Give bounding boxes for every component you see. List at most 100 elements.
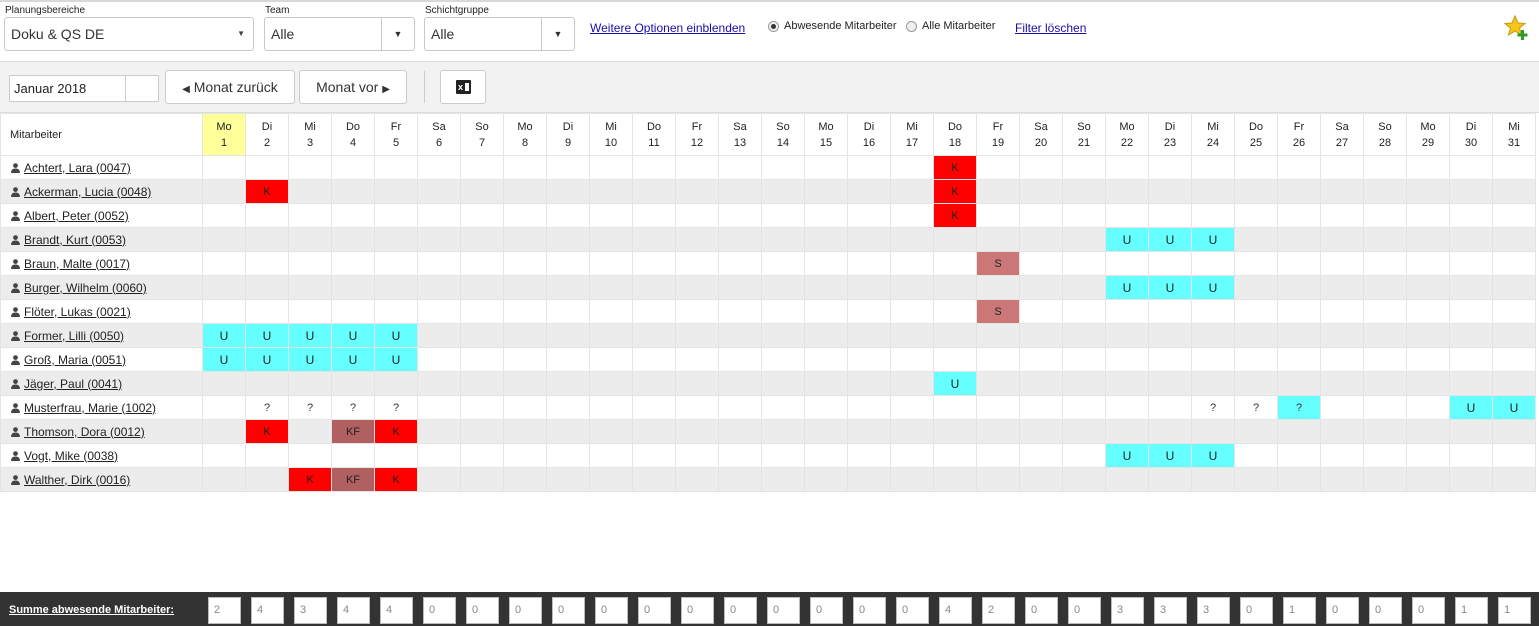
day-cell[interactable]	[1277, 275, 1321, 300]
day-cell[interactable]	[460, 347, 504, 372]
day-cell[interactable]	[847, 395, 891, 420]
day-cell[interactable]	[288, 179, 332, 204]
absence-cell[interactable]: U	[1492, 395, 1536, 420]
day-cell[interactable]	[1406, 395, 1450, 420]
absence-cell[interactable]: K	[288, 467, 332, 492]
day-cell[interactable]	[890, 419, 934, 444]
day-cell[interactable]	[718, 155, 762, 180]
day-cell[interactable]	[1019, 179, 1063, 204]
day-cell[interactable]	[976, 395, 1020, 420]
day-cell[interactable]	[1363, 203, 1407, 228]
day-cell[interactable]	[1277, 467, 1321, 492]
day-cell[interactable]	[933, 395, 977, 420]
day-cell[interactable]	[976, 179, 1020, 204]
day-cell[interactable]	[847, 467, 891, 492]
day-cell[interactable]	[804, 179, 848, 204]
day-cell[interactable]	[288, 371, 332, 396]
day-cell[interactable]	[1492, 347, 1536, 372]
day-cell[interactable]	[245, 275, 289, 300]
day-cell[interactable]	[847, 155, 891, 180]
day-cell[interactable]	[331, 275, 375, 300]
absence-cell[interactable]: U	[1105, 275, 1149, 300]
absence-cell[interactable]: ?	[374, 395, 418, 420]
day-cell[interactable]	[1019, 251, 1063, 276]
day-cell[interactable]	[1062, 443, 1106, 468]
day-cell[interactable]	[546, 371, 590, 396]
day-cell[interactable]	[546, 299, 590, 324]
day-cell[interactable]	[632, 155, 676, 180]
day-cell[interactable]	[1492, 419, 1536, 444]
day-cell[interactable]	[503, 443, 547, 468]
day-cell[interactable]	[1105, 419, 1149, 444]
day-cell[interactable]	[1191, 419, 1235, 444]
day-cell[interactable]	[1277, 371, 1321, 396]
day-cell[interactable]	[1363, 467, 1407, 492]
day-cell[interactable]	[675, 275, 719, 300]
day-cell[interactable]	[1277, 323, 1321, 348]
day-cell[interactable]	[503, 227, 547, 252]
day-cell[interactable]	[1062, 155, 1106, 180]
day-cell[interactable]	[1406, 299, 1450, 324]
day-cell[interactable]	[1019, 299, 1063, 324]
day-cell[interactable]	[1148, 419, 1192, 444]
day-cell[interactable]	[1148, 371, 1192, 396]
day-cell[interactable]	[1105, 371, 1149, 396]
day-cell[interactable]	[546, 227, 590, 252]
caret-down-icon[interactable]: ▼	[381, 18, 414, 50]
day-cell[interactable]	[1363, 275, 1407, 300]
day-cell[interactable]	[1406, 323, 1450, 348]
employee-name-link[interactable]: Vogt, Mike (0038)	[24, 449, 118, 463]
day-cell[interactable]	[460, 251, 504, 276]
day-cell[interactable]	[1191, 371, 1235, 396]
day-cell[interactable]	[847, 227, 891, 252]
day-cell[interactable]	[1105, 251, 1149, 276]
more-options-link[interactable]: Weitere Optionen einblenden	[590, 21, 745, 35]
day-cell[interactable]	[1406, 419, 1450, 444]
day-cell[interactable]	[1105, 467, 1149, 492]
employee-name-link[interactable]: Brandt, Kurt (0053)	[24, 233, 126, 247]
day-cell[interactable]	[933, 275, 977, 300]
day-cell[interactable]	[1277, 227, 1321, 252]
day-cell[interactable]	[675, 395, 719, 420]
day-cell[interactable]	[976, 227, 1020, 252]
day-cell[interactable]	[718, 299, 762, 324]
absence-cell[interactable]: U	[245, 347, 289, 372]
day-cell[interactable]	[417, 179, 461, 204]
day-cell[interactable]	[718, 251, 762, 276]
day-cell[interactable]	[1449, 227, 1493, 252]
day-cell[interactable]	[632, 323, 676, 348]
day-cell[interactable]	[1449, 275, 1493, 300]
absence-cell[interactable]: U	[1105, 443, 1149, 468]
employee-name-link[interactable]: Groß, Maria (0051)	[24, 353, 126, 367]
employee-name-link[interactable]: Musterfrau, Marie (1002)	[24, 401, 156, 415]
day-cell[interactable]	[417, 155, 461, 180]
day-cell[interactable]	[589, 347, 633, 372]
absence-cell[interactable]: K	[374, 419, 418, 444]
day-cell[interactable]	[1320, 275, 1364, 300]
day-cell[interactable]	[202, 179, 246, 204]
day-cell[interactable]	[847, 179, 891, 204]
day-cell[interactable]	[546, 323, 590, 348]
day-cell[interactable]	[417, 467, 461, 492]
day-cell[interactable]	[632, 227, 676, 252]
absence-cell[interactable]: U	[331, 323, 375, 348]
day-cell[interactable]	[1320, 251, 1364, 276]
day-cell[interactable]	[374, 443, 418, 468]
day-cell[interactable]	[976, 443, 1020, 468]
day-cell[interactable]	[890, 443, 934, 468]
day-cell[interactable]	[245, 299, 289, 324]
absence-cell[interactable]: ?	[1234, 395, 1278, 420]
day-cell[interactable]	[1019, 395, 1063, 420]
day-cell[interactable]	[804, 395, 848, 420]
day-cell[interactable]	[503, 251, 547, 276]
day-cell[interactable]	[675, 371, 719, 396]
day-cell[interactable]	[804, 299, 848, 324]
day-cell[interactable]	[1492, 179, 1536, 204]
day-cell[interactable]	[847, 299, 891, 324]
day-cell[interactable]	[546, 419, 590, 444]
day-cell[interactable]	[374, 251, 418, 276]
day-cell[interactable]	[417, 347, 461, 372]
day-cell[interactable]	[804, 227, 848, 252]
day-cell[interactable]	[1406, 371, 1450, 396]
day-cell[interactable]	[546, 443, 590, 468]
